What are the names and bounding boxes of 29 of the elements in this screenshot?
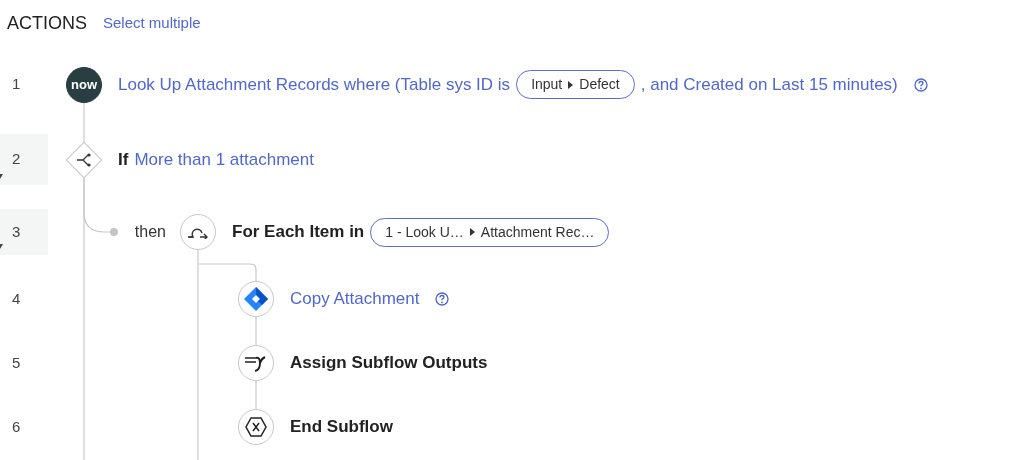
logo-badge: now [66,66,102,103]
line-number: 2 [11,149,21,170]
caret-icon [568,80,574,89]
line-number: 4 [11,288,21,309]
help-icon[interactable] [913,77,928,92]
line-number: 6 [11,416,21,437]
step-label: End Subflow [290,416,393,439]
help-icon[interactable] [435,292,450,306]
loop-icon [180,214,216,250]
data-pill[interactable]: 1 - Look U… Attachment Rec… [370,217,610,247]
assignment-icon [238,345,274,381]
end-icon [238,409,274,445]
select-multiple-link[interactable]: Select multiple [103,12,201,35]
step-label: Assign Subflow Outputs [290,352,488,375]
line-number: 3 [11,221,21,242]
line-number: 1 [11,74,21,95]
diamond-logo-icon [238,281,274,317]
branch-dot [110,228,118,236]
section-title: ACTIONS [7,12,87,35]
caret-icon [469,228,475,236]
step-link[interactable]: Look Up Attachment Records where (Table sys ID is [118,71,511,98]
step-label: For Each Item in [232,221,365,244]
branch-label: then [134,222,166,242]
step-link[interactable]: , and Created on Last 15 minutes) [640,71,898,98]
line-number: 5 [11,352,21,373]
step-label: If [118,148,129,171]
step-link[interactable]: More than 1 attachment [134,146,314,173]
data-pill[interactable]: Input Defect [516,70,635,99]
step-link[interactable]: Copy Attachment [290,286,420,312]
